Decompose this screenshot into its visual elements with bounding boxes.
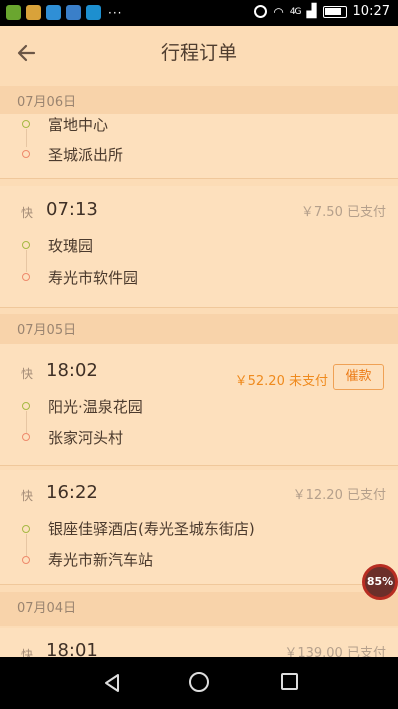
order-time: 16:22 — [46, 482, 98, 503]
start-location: 阳光·温泉花园 — [48, 398, 143, 416]
payment-status: 已支付 — [346, 646, 386, 657]
date-separator: 07月04日 — [0, 592, 398, 626]
signal-icon: ▟ — [306, 4, 317, 19]
app-notification-icon-3 — [46, 5, 61, 20]
price-amount: ￥12.20 — [292, 488, 343, 503]
end-location: 寿光市软件园 — [48, 269, 139, 287]
order-time: 18:01 — [46, 640, 98, 657]
end-point-icon — [22, 273, 30, 281]
end-location: 寿光市新汽车站 — [48, 551, 154, 569]
network-type-label: 4G — [289, 6, 302, 17]
more-notifications-icon: ··· — [108, 5, 123, 20]
nav-home-icon[interactable] — [189, 672, 209, 692]
order-card[interactable]: 快 07:13 ￥7.50 已支付 玫瑰园 寿光市软件园 — [0, 186, 398, 308]
payment-status: 未支付 — [288, 374, 328, 389]
wifi-icon: ◠ — [273, 4, 284, 19]
start-point-icon — [22, 241, 30, 249]
order-price: ￥52.20 未支付 — [235, 370, 328, 389]
order-card[interactable]: 快 18:01 ￥139.00 已支付 — [0, 628, 398, 657]
battery-icon — [322, 5, 347, 18]
app-notification-icon-2 — [26, 5, 41, 20]
price-amount: ￥139.00 — [284, 646, 343, 657]
end-location: 圣城派出所 — [48, 146, 124, 164]
app-notification-icon-1 — [6, 5, 21, 20]
nav-recent-apps-icon[interactable] — [281, 673, 298, 690]
start-location: 富地中心 — [48, 116, 109, 134]
floating-memory-badge[interactable]: 85% — [362, 564, 398, 600]
order-type-badge: 快 — [21, 648, 34, 657]
back-arrow-icon[interactable] — [14, 40, 40, 66]
route-line — [25, 534, 27, 556]
app-header: 行程订单 — [0, 26, 398, 80]
start-location: 玫瑰园 — [48, 237, 94, 255]
order-card[interactable]: 快 18:02 ￥52.20 未支付 催款 阳光·温泉花园 张家河头村 — [0, 344, 398, 466]
route-line — [25, 250, 27, 272]
start-location: 银座佳驿酒店(寿光圣城东街店) — [48, 520, 255, 538]
order-time: 07:13 — [46, 199, 98, 220]
alarm-icon — [254, 5, 268, 18]
end-location: 张家河头村 — [48, 429, 124, 447]
price-amount: ￥52.20 — [234, 374, 285, 389]
urge-payment-button[interactable]: 催款 — [333, 364, 384, 390]
payment-status: 已支付 — [346, 488, 386, 503]
order-type-badge: 快 — [21, 489, 34, 503]
start-point-icon — [22, 402, 30, 410]
date-separator: 07月05日 — [0, 314, 398, 348]
route-line — [25, 129, 27, 147]
notification-icons: ··· — [6, 5, 122, 20]
order-type-badge: 快 — [21, 206, 34, 220]
order-card[interactable]: 富地中心 圣城派出所 — [0, 114, 398, 179]
order-price: ￥12.20 已支付 — [293, 484, 386, 503]
payment-status: 已支付 — [346, 205, 386, 220]
clock: 10:27 — [352, 4, 390, 19]
route-line — [25, 411, 27, 433]
nav-back-icon[interactable] — [103, 673, 121, 693]
app-notification-icon-5 — [86, 5, 101, 20]
order-time: 18:02 — [46, 360, 98, 381]
page-title: 行程订单 — [160, 42, 237, 64]
price-amount: ￥7.50 — [300, 205, 343, 220]
order-price: ￥7.50 已支付 — [301, 201, 386, 220]
start-point-icon — [22, 120, 30, 128]
end-point-icon — [22, 433, 30, 441]
order-type-badge: 快 — [21, 367, 34, 381]
order-card[interactable]: 快 16:22 ￥12.20 已支付 银座佳驿酒店(寿光圣城东街店) 寿光市新汽… — [0, 470, 398, 585]
status-bar: ··· ◠ 4G ▟ 10:27 — [0, 0, 398, 26]
system-indicators: ◠ 4G ▟ 10:27 — [254, 4, 390, 19]
navigation-bar — [0, 657, 398, 709]
order-price: ￥139.00 已支付 — [284, 642, 386, 657]
end-point-icon — [22, 150, 30, 158]
end-point-icon — [22, 556, 30, 564]
start-point-icon — [22, 525, 30, 533]
app-notification-icon-4 — [66, 5, 81, 20]
